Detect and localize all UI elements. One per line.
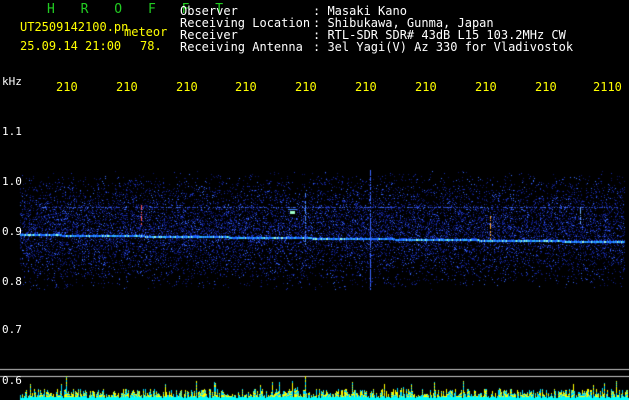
y-tick-label: 0.6 <box>2 374 22 387</box>
file-name: UT2509142100.pn <box>20 20 129 34</box>
info-label-antenna: Receiving Antenna <box>180 40 303 54</box>
x-tick-label: 210 <box>415 80 437 94</box>
x-tick-label: 2110 <box>593 80 622 94</box>
y-tick-label: 1.1 <box>2 125 22 138</box>
info-value-antenna: : 3el Yagi(V) Az 330 for Vladivostok <box>313 40 574 54</box>
y-axis-unit: kHz <box>2 75 22 88</box>
y-tick-label: 1.0 <box>2 175 22 188</box>
waterfall-spectrogram <box>0 0 629 400</box>
x-tick-label: 210 <box>355 80 377 94</box>
y-tick-label: 0.7 <box>2 323 22 336</box>
x-tick-label: 210 <box>176 80 198 94</box>
x-tick-label: 210 <box>116 80 138 94</box>
y-tick-label: 0.8 <box>2 275 22 288</box>
x-tick-label: 210 <box>535 80 557 94</box>
observation-datetime: 25.09.14 21:00 <box>20 39 122 53</box>
observation-type: meteor <box>124 25 168 39</box>
x-tick-label: 210 <box>235 80 257 94</box>
event-count: 78. <box>140 39 162 53</box>
y-tick-label: 0.9 <box>2 225 22 238</box>
x-tick-label: 210 <box>475 80 497 94</box>
x-tick-label: 210 <box>295 80 317 94</box>
x-tick-label: 210 <box>56 80 78 94</box>
